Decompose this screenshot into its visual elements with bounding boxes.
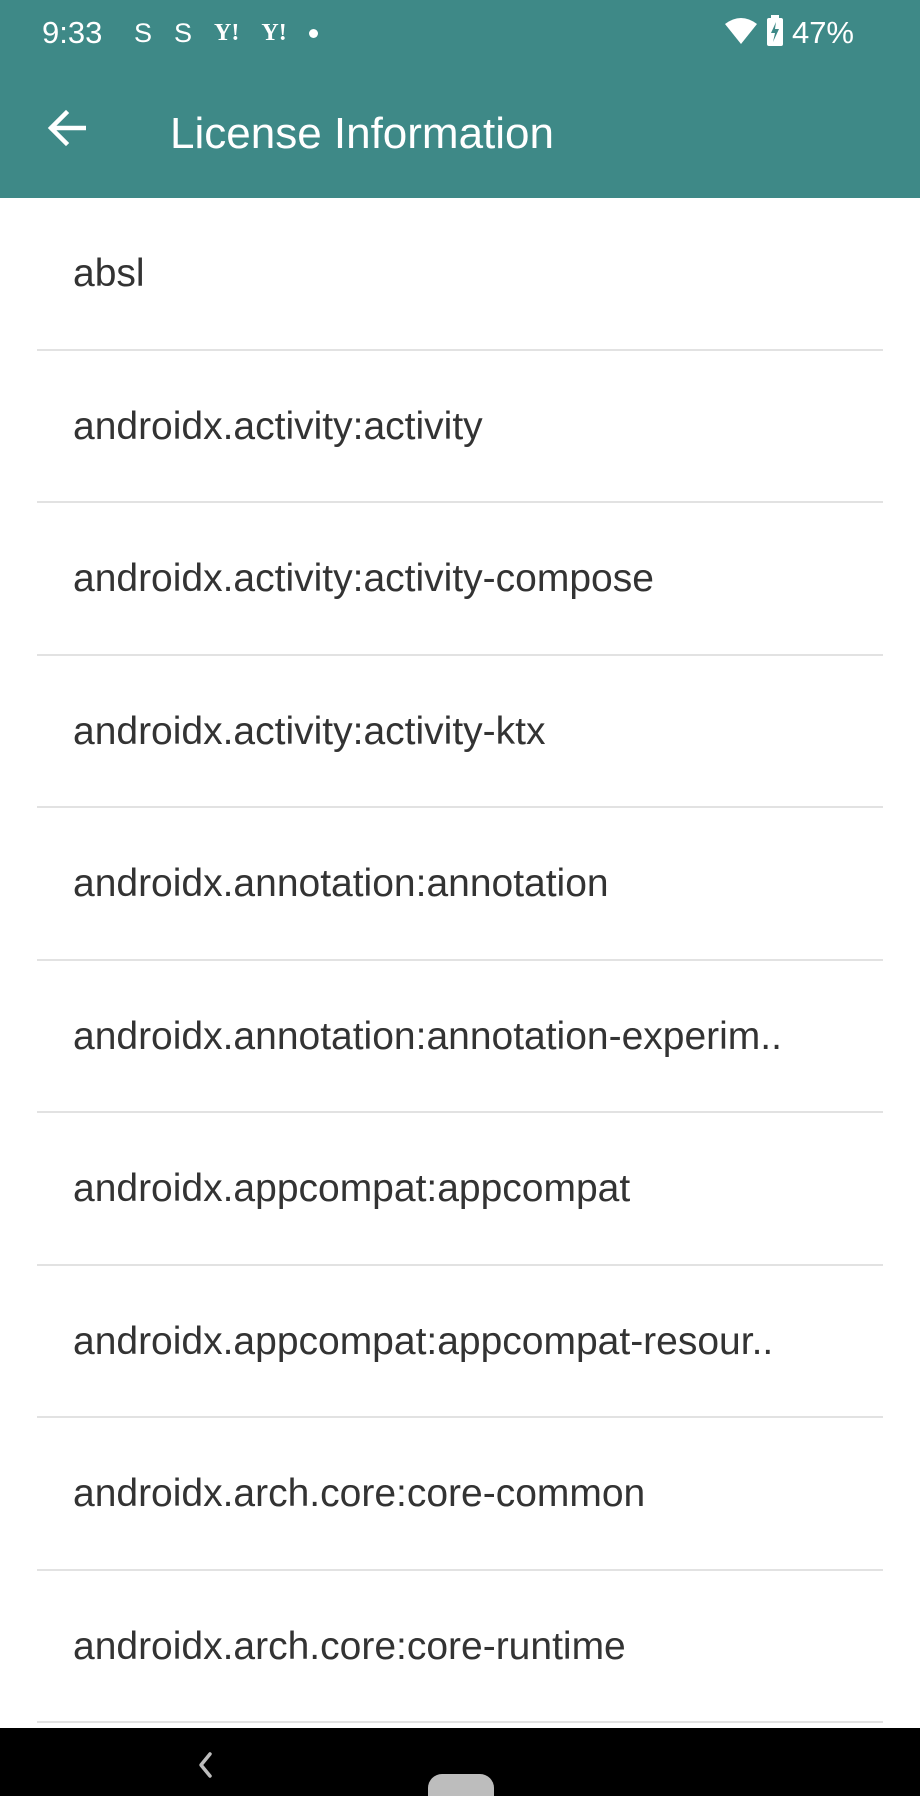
list-item-label: androidx.arch.core:core-common [73,1472,646,1516]
list-item[interactable]: androidx.arch.core:core-runtime [0,1571,920,1723]
list-item[interactable]: absl [0,198,920,351]
battery-charging-icon [766,14,784,52]
yahoo-icon: Y! [214,20,240,46]
app-bar: License Information [0,68,920,198]
signal-s-icon: S [174,18,193,48]
list-item-label: androidx.annotation:annotation-experim.. [73,1014,782,1058]
list-item-label: androidx.appcompat:appcompat-resour.. [73,1319,774,1363]
divider [37,1721,883,1723]
list-item[interactable]: androidx.arch.core:core-common [0,1418,920,1571]
arrow-left-icon [46,108,87,153]
list-item[interactable]: androidx.activity:activity-ktx [0,656,920,808]
notification-icons: S S Y! Y! [134,14,318,52]
list-item[interactable]: androidx.annotation:annotation [0,808,920,961]
nav-back-button[interactable] [190,1750,220,1796]
list-item-label: androidx.arch.core:core-runtime [73,1624,626,1668]
navigation-bar [0,1728,920,1796]
system-status-icons: 47% [724,14,854,52]
wifi-icon [724,17,758,50]
list-item[interactable]: androidx.appcompat:appcompat-resour.. [0,1266,920,1418]
chevron-left-icon [196,1750,214,1785]
status-time: 9:33 [42,15,103,50]
list-item-label: androidx.appcompat:appcompat [73,1167,631,1211]
list-item[interactable]: androidx.appcompat:appcompat [0,1113,920,1266]
signal-s-icon: S [134,18,153,48]
list-item[interactable]: androidx.activity:activity-compose [0,503,920,656]
list-item-label: androidx.annotation:annotation [73,862,609,906]
license-screen: 9:33 S S Y! Y! 47% License Information a… [0,0,920,1796]
list-item[interactable]: androidx.annotation:annotation-experim.. [0,961,920,1113]
home-pill-icon[interactable] [428,1774,494,1796]
page-title: License Information [170,109,554,158]
back-button[interactable] [36,100,96,160]
battery-percent: 47% [791,15,854,50]
header: 9:33 S S Y! Y! 47% License Information [0,0,920,198]
license-list: absl androidx.activity:activity androidx… [0,198,920,1723]
yahoo-icon: Y! [261,20,287,46]
list-item-label: androidx.activity:activity-compose [73,557,654,601]
list-item[interactable]: androidx.activity:activity [0,351,920,503]
list-item-label: androidx.activity:activity-ktx [73,709,546,753]
status-bar: 9:33 S S Y! Y! 47% [0,0,920,68]
dot-icon [308,28,318,38]
list-item-label: androidx.activity:activity [73,404,483,448]
list-item-label: absl [73,252,145,296]
